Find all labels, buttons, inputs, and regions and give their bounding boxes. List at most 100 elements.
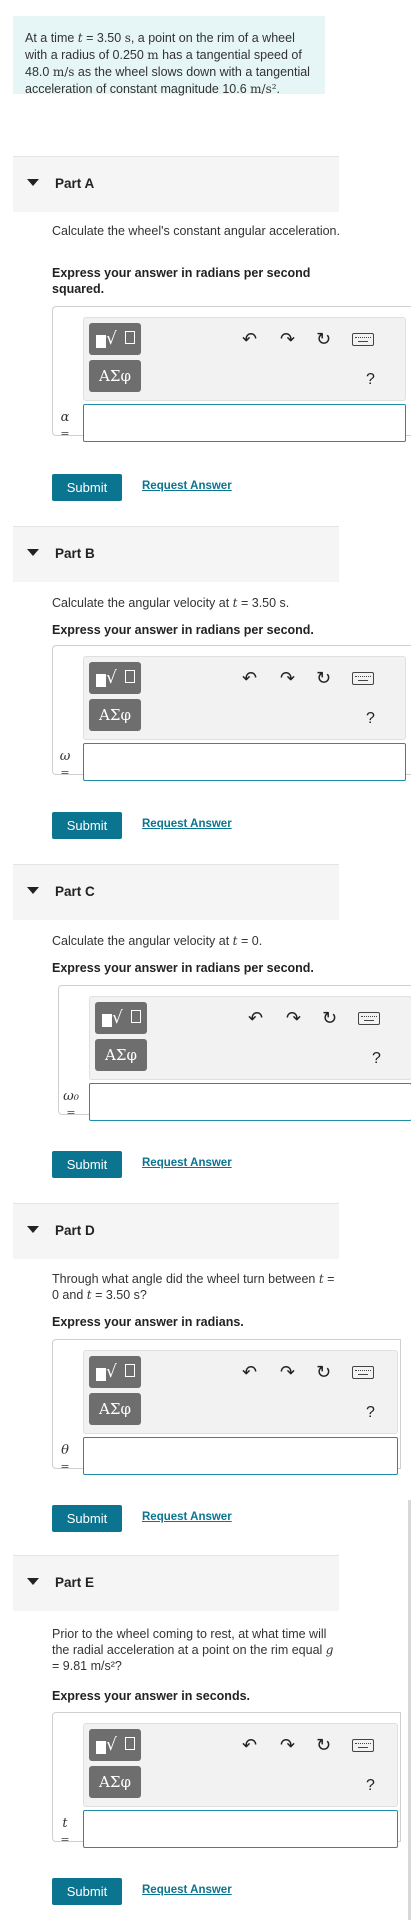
unit-meters: m	[147, 48, 159, 62]
answer-variable: ω =	[57, 750, 73, 780]
part-title: Part D	[55, 1223, 95, 1238]
undo-icon[interactable]: ↶	[242, 330, 257, 350]
variable-symbol: α	[60, 410, 70, 425]
templates-button[interactable]: √	[89, 1729, 141, 1761]
help-icon[interactable]: ?	[372, 1049, 381, 1069]
submit-button[interactable]: Submit	[52, 1505, 122, 1532]
gravity-variable: g	[325, 1643, 334, 1657]
answer-input[interactable]	[83, 404, 406, 442]
reset-icon[interactable]: ↻	[322, 1009, 337, 1029]
templates-button[interactable]: √	[89, 1356, 141, 1388]
template-square-icon	[96, 335, 106, 348]
reset-icon[interactable]: ↻	[316, 1736, 331, 1756]
keyboard-icon[interactable]	[352, 672, 374, 685]
undo-icon[interactable]: ↶	[242, 1736, 257, 1756]
template-square-icon	[96, 1368, 106, 1381]
collapse-triangle-icon[interactable]	[27, 179, 39, 186]
question-text: = 3.50 s.	[237, 596, 290, 610]
request-answer-link[interactable]: Request Answer	[142, 1884, 232, 1896]
equals-sign: =	[60, 1460, 70, 1473]
undo-icon[interactable]: ↶	[242, 1363, 257, 1383]
keyboard-icon[interactable]	[352, 333, 374, 346]
part-b-header[interactable]: Part B	[13, 526, 339, 582]
equals-sign: =	[66, 1106, 76, 1119]
keyboard-icon[interactable]	[352, 1366, 374, 1379]
submit-button[interactable]: Submit	[52, 812, 122, 839]
undo-icon[interactable]: ↶	[242, 669, 257, 689]
help-icon[interactable]: ?	[366, 1776, 375, 1796]
part-e-question: Prior to the wheel coming to rest, at wh…	[52, 1626, 342, 1674]
part-title: Part C	[55, 884, 95, 899]
templates-button[interactable]: √	[95, 1002, 147, 1034]
part-b-answer-box: √ ΑΣφ ↶ ↷ ↻ ? ω =	[52, 645, 411, 781]
radical-icon: √	[106, 1735, 117, 1755]
help-icon[interactable]: ?	[366, 709, 375, 729]
collapse-triangle-icon[interactable]	[27, 1226, 39, 1233]
request-answer-link[interactable]: Request Answer	[142, 1157, 232, 1169]
part-b-instruction: Express your answer in radians per secon…	[52, 623, 314, 637]
math-toolbar: √ ΑΣφ ↶ ↷ ↻ ?	[83, 1723, 398, 1807]
answer-input[interactable]	[83, 1437, 398, 1475]
submit-button[interactable]: Submit	[52, 474, 122, 501]
greek-symbols-button[interactable]: ΑΣφ	[89, 1766, 141, 1798]
keyboard-icon[interactable]	[358, 1012, 380, 1025]
problem-text: = 3.50	[82, 31, 125, 45]
collapse-triangle-icon[interactable]	[27, 549, 39, 556]
reset-icon[interactable]: ↻	[316, 669, 331, 689]
part-d-header[interactable]: Part D	[13, 1203, 339, 1259]
reset-icon[interactable]: ↻	[316, 330, 331, 350]
math-toolbar: √ ΑΣφ ↶ ↷ ↻ ?	[89, 996, 411, 1080]
help-icon[interactable]: ?	[366, 370, 375, 390]
part-e-instruction: Express your answer in seconds.	[52, 1689, 250, 1703]
redo-icon[interactable]: ↷	[280, 669, 295, 689]
reset-icon[interactable]: ↻	[316, 1363, 331, 1383]
redo-icon[interactable]: ↷	[280, 330, 295, 350]
part-a-question: Calculate the wheel's constant angular a…	[52, 224, 340, 238]
redo-icon[interactable]: ↷	[280, 1736, 295, 1756]
greek-symbols-button[interactable]: ΑΣφ	[89, 360, 141, 392]
templates-button[interactable]: √	[89, 323, 141, 355]
template-square-icon	[96, 674, 106, 687]
submit-button[interactable]: Submit	[52, 1878, 122, 1905]
greek-symbols-button[interactable]: ΑΣφ	[89, 1393, 141, 1425]
variable-symbol: θ	[61, 1443, 69, 1458]
redo-icon[interactable]: ↷	[286, 1009, 301, 1029]
request-answer-link[interactable]: Request Answer	[142, 480, 232, 492]
answer-input[interactable]	[83, 1810, 398, 1848]
question-text: Calculate the angular velocity at	[52, 934, 233, 948]
variable-symbol: t	[62, 1816, 68, 1831]
part-c-question: Calculate the angular velocity at t = 0.	[52, 933, 342, 949]
variable-symbol: ω₀	[63, 1089, 79, 1104]
template-box-icon	[131, 1010, 141, 1023]
radical-icon: √	[106, 329, 117, 349]
problem-text: .	[276, 82, 281, 96]
request-answer-link[interactable]: Request Answer	[142, 818, 232, 830]
template-box-icon	[125, 1364, 135, 1377]
submit-button[interactable]: Submit	[52, 1151, 122, 1178]
keyboard-icon[interactable]	[352, 1739, 374, 1752]
templates-button[interactable]: √	[89, 662, 141, 694]
part-e-answer-box: √ ΑΣφ ↶ ↷ ↻ ? t =	[52, 1712, 401, 1848]
problem-text: At a time	[25, 31, 78, 45]
answer-input[interactable]	[89, 1083, 411, 1121]
collapse-triangle-icon[interactable]	[27, 887, 39, 894]
radical-icon: √	[106, 668, 117, 688]
part-a-header[interactable]: Part A	[13, 156, 339, 212]
undo-icon[interactable]: ↶	[248, 1009, 263, 1029]
greek-symbols-button[interactable]: ΑΣφ	[89, 699, 141, 731]
math-toolbar: √ ΑΣφ ↶ ↷ ↻ ?	[83, 317, 406, 401]
part-c-header[interactable]: Part C	[13, 864, 339, 920]
greek-symbols-button[interactable]: ΑΣφ	[95, 1039, 147, 1071]
redo-icon[interactable]: ↷	[280, 1363, 295, 1383]
answer-input[interactable]	[83, 743, 406, 781]
part-d-question: Through what angle did the wheel turn be…	[52, 1271, 342, 1303]
part-d-instruction: Express your answer in radians.	[52, 1315, 244, 1329]
part-a-instruction: Express your answer in radians per secon…	[52, 266, 311, 296]
request-answer-link[interactable]: Request Answer	[142, 1511, 232, 1523]
help-icon[interactable]: ?	[366, 1403, 375, 1423]
part-e-header[interactable]: Part E	[13, 1555, 339, 1611]
part-a-answer-box: √ ΑΣφ ↶ ↷ ↻ ? α =	[52, 306, 411, 442]
question-text: Calculate the angular velocity at	[52, 596, 233, 610]
part-c-answer-box: √ ΑΣφ ↶ ↷ ↻ ? ω₀ =	[58, 985, 411, 1121]
collapse-triangle-icon[interactable]	[27, 1578, 39, 1585]
